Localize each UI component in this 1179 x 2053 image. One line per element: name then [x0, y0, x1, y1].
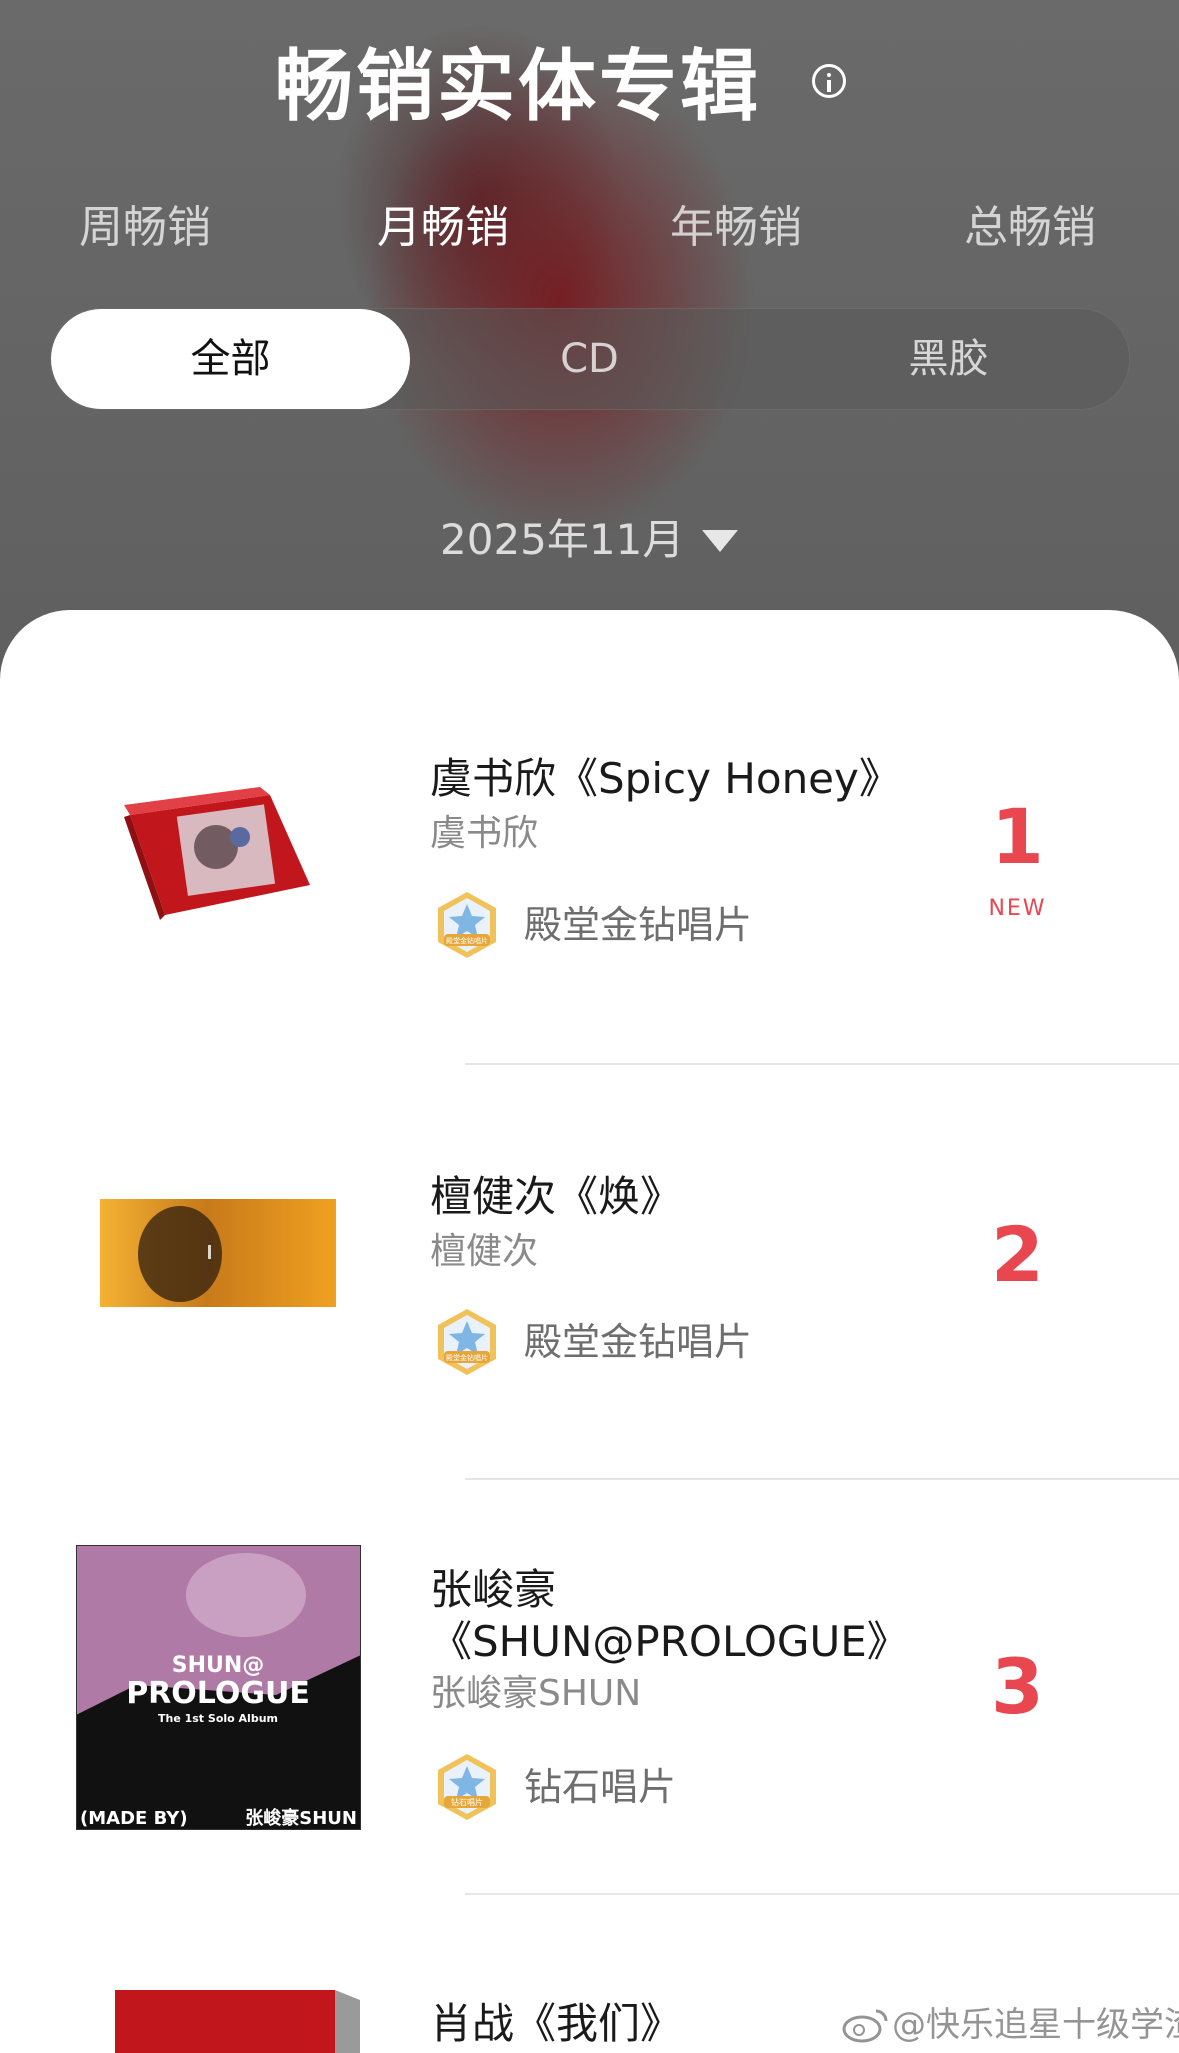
tab-all-time[interactable]: 总畅销 [930, 198, 1130, 258]
weibo-icon [842, 2009, 888, 2043]
cover-bottom-left: (MADE BY) [80, 1808, 188, 1829]
award-badge-icon: 殿堂金钻唱片 [438, 892, 496, 958]
badge-text: 殿堂金钻唱片 [446, 936, 488, 945]
date-selector[interactable]: 2025年11月 [440, 510, 684, 570]
tab-yearly[interactable]: 年畅销 [636, 198, 836, 258]
album-cover [100, 1199, 336, 1307]
segment-vinyl[interactable]: 黑胶 [769, 309, 1128, 409]
caret-down-icon[interactable] [702, 530, 738, 552]
info-icon[interactable] [812, 64, 846, 98]
new-entry-tag: NEW [988, 896, 1047, 921]
watermark-text: @快乐追星十级学渣 [892, 2005, 1179, 2045]
album-title-line2: 《SHUN@PROLOGUE》 [430, 1617, 909, 1666]
cover-line3: The 1st Solo Album [158, 1712, 278, 1725]
album-title: 檀健次《焕》 [430, 1172, 683, 1221]
rank-number: 2 [991, 1210, 1044, 1299]
divider [465, 1478, 1179, 1480]
badge-text: 钻石唱片 [451, 1797, 483, 1807]
list-item[interactable]: 虞书欣《Spicy Honey》 虞书欣 殿堂金钻唱片 殿堂金钻唱片 1 NEW [0, 700, 1179, 1115]
album-cover: SHUN@ PROLOGUE The 1st Solo Album (MADE … [76, 1545, 361, 1830]
tab-monthly[interactable]: 月畅销 [343, 198, 543, 258]
format-segmented-control: 全部 CD 黑胶 [50, 308, 1130, 410]
album-title: 虞书欣《Spicy Honey》 [430, 754, 901, 803]
album-cover [124, 787, 310, 920]
rank-number: 1 [991, 792, 1044, 881]
album-cover [115, 1990, 360, 2053]
page-title: 畅销实体专辑 [275, 42, 762, 132]
certification-label: 钻石唱片 [524, 1765, 677, 1809]
award-badge-icon: 殿堂金钻唱片 [438, 1309, 496, 1375]
cover-bottom-right: 张峻豪SHUN [245, 1807, 357, 1829]
divider [465, 1893, 1179, 1895]
cover-line2: PROLOGUE [126, 1676, 310, 1711]
tab-weekly[interactable]: 周畅销 [45, 198, 245, 258]
list-item[interactable]: SHUN@ PROLOGUE The 1st Solo Album (MADE … [0, 1530, 1179, 1945]
badge-text: 殿堂金钻唱片 [446, 1353, 488, 1362]
album-artist: 虞书欣 [430, 813, 539, 854]
certification-label: 殿堂金钻唱片 [524, 903, 753, 947]
album-artist: 檀健次 [430, 1231, 539, 1272]
rank-number: 3 [991, 1642, 1044, 1731]
list-item[interactable]: 檀健次《焕》 檀健次 殿堂金钻唱片 殿堂金钻唱片 2 [0, 1115, 1179, 1530]
certification-label: 殿堂金钻唱片 [524, 1320, 753, 1364]
cover-line1: SHUN@ [172, 1653, 265, 1678]
divider [465, 1063, 1179, 1065]
segment-all[interactable]: 全部 [51, 309, 410, 409]
album-artist: 张峻豪SHUN [430, 1673, 642, 1714]
album-title-line1: 张峻豪 [430, 1565, 557, 1614]
award-badge-icon: 钻石唱片 [438, 1754, 496, 1820]
segment-cd[interactable]: CD [410, 309, 769, 409]
